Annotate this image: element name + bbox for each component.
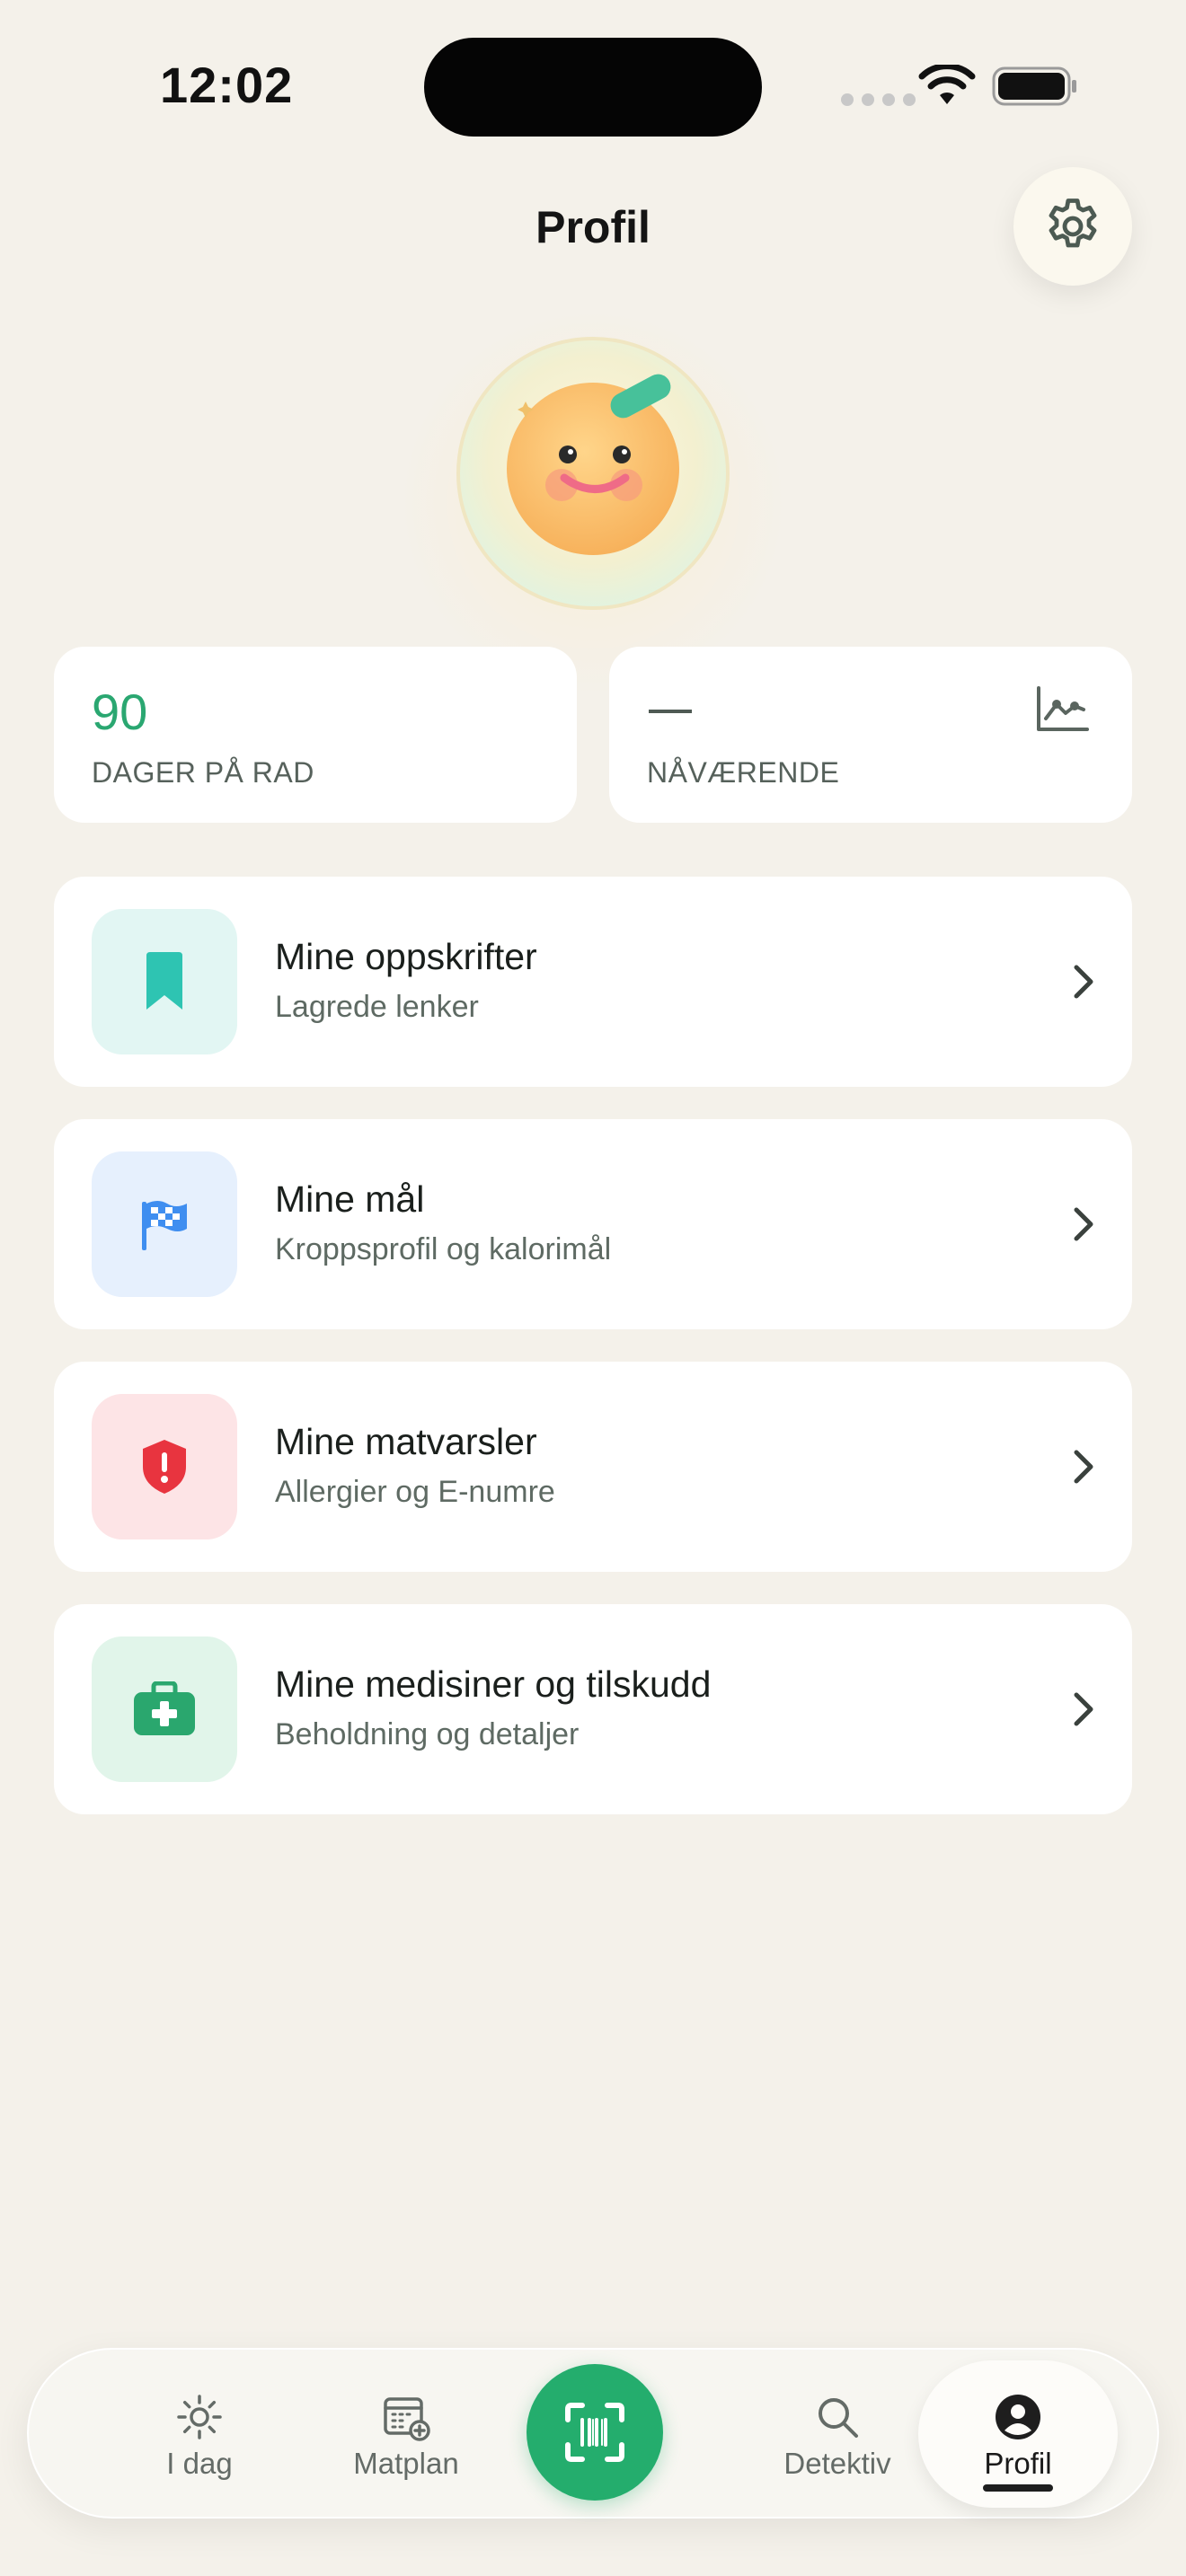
menu-recipes[interactable]: Mine oppskrifter Lagrede lenker bbox=[54, 877, 1132, 1087]
menu-subtitle: Kroppsprofil og kalorimål bbox=[275, 1232, 612, 1266]
chevron-right-icon bbox=[1074, 1207, 1093, 1241]
line-chart-icon[interactable] bbox=[1035, 684, 1091, 735]
menu-subtitle: Allergier og E-numre bbox=[275, 1475, 555, 1509]
tab-bar: I dag Matplan Detektiv Profil bbox=[27, 2348, 1159, 2519]
dynamic-island bbox=[424, 38, 762, 137]
tab-detective[interactable]: Detektiv bbox=[748, 2350, 927, 2520]
current-value-dash bbox=[649, 710, 692, 713]
tab-label: Matplan bbox=[353, 2447, 459, 2480]
tab-meal-plan[interactable]: Matplan bbox=[325, 2350, 487, 2520]
menu-food-alerts[interactable]: Mine matvarsler Allergier og E-numre bbox=[54, 1362, 1132, 1572]
status-time: 12:02 bbox=[160, 57, 294, 113]
search-icon bbox=[819, 2398, 858, 2438]
menu-title: Mine oppskrifter bbox=[275, 936, 537, 977]
streak-value: 90 bbox=[92, 684, 148, 740]
menu-subtitle: Lagrede lenker bbox=[275, 990, 479, 1024]
chevron-right-icon bbox=[1074, 1450, 1093, 1484]
streak-card[interactable]: 90 DAGER PÅ RAD bbox=[54, 647, 577, 823]
avatar[interactable] bbox=[454, 334, 732, 613]
goals-icon-tile bbox=[92, 1151, 237, 1297]
menu-title: Mine matvarsler bbox=[275, 1421, 537, 1462]
food-alerts-icon-tile bbox=[92, 1394, 237, 1539]
battery-icon bbox=[992, 66, 1076, 106]
menu-subtitle: Beholdning og detaljer bbox=[275, 1717, 580, 1751]
page-title: Profil bbox=[535, 202, 651, 252]
settings-button[interactable] bbox=[1013, 167, 1132, 286]
bookmark-icon bbox=[146, 952, 182, 1010]
sun-icon bbox=[177, 2395, 222, 2439]
current-weight-card[interactable]: NÅVÆRENDE bbox=[609, 647, 1132, 823]
cellular-signal-icon bbox=[841, 93, 916, 106]
streak-label: DAGER PÅ RAD bbox=[92, 756, 314, 789]
person-icon bbox=[996, 2395, 1040, 2439]
chevron-right-icon bbox=[1074, 965, 1093, 999]
wifi-icon bbox=[918, 65, 976, 104]
menu-medicines[interactable]: Mine medisiner og tilskudd Beholdning og… bbox=[54, 1604, 1132, 1814]
current-label: NÅVÆRENDE bbox=[647, 756, 840, 789]
tab-label: I dag bbox=[166, 2447, 233, 2480]
tab-today[interactable]: I dag bbox=[128, 2350, 271, 2520]
menu-goals[interactable]: Mine mål Kroppsprofil og kalorimål bbox=[54, 1119, 1132, 1329]
checkered-flag-icon bbox=[142, 1201, 187, 1250]
menu-title: Mine mål bbox=[275, 1178, 425, 1220]
calendar-add-icon bbox=[384, 2397, 430, 2441]
chevron-right-icon bbox=[1074, 1692, 1093, 1726]
recipes-icon-tile bbox=[92, 909, 237, 1054]
active-tab-indicator bbox=[983, 2484, 1053, 2492]
first-aid-kit-icon bbox=[134, 1681, 195, 1735]
gear-icon bbox=[1049, 198, 1097, 248]
medicines-icon-tile bbox=[92, 1636, 237, 1782]
tab-label: Detektiv bbox=[783, 2447, 891, 2480]
menu-title: Mine medisiner og tilskudd bbox=[275, 1663, 712, 1705]
tab-label: Profil bbox=[984, 2447, 1052, 2480]
shield-alert-icon bbox=[143, 1440, 186, 1494]
tab-profile[interactable]: Profil bbox=[918, 2350, 1118, 2520]
scan-barcode-button[interactable] bbox=[527, 2364, 663, 2501]
profile-screen: 12:02 Profil 90 DAGER PÅ RAD NÅVÆRENDE M… bbox=[0, 0, 1186, 2576]
barcode-scan-icon bbox=[565, 2403, 624, 2462]
